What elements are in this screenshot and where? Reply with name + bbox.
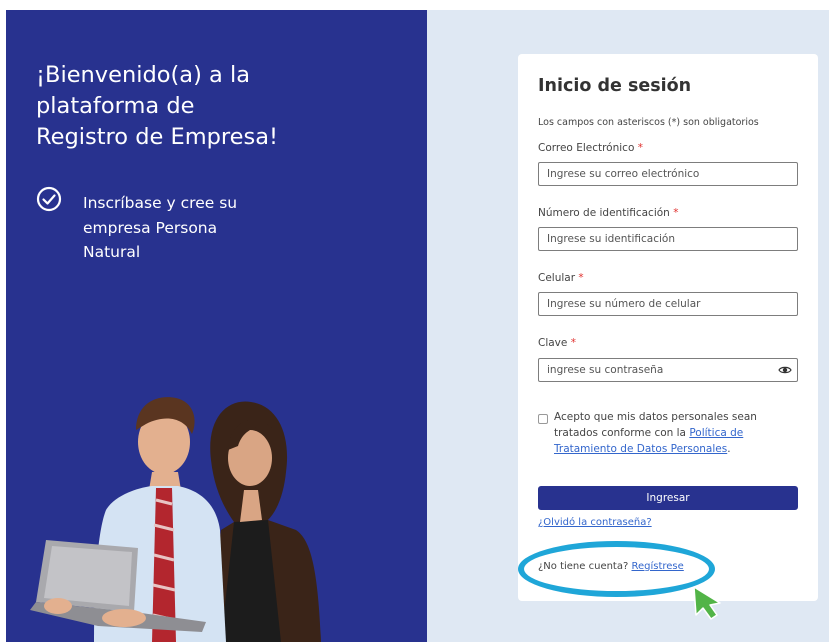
people-photo	[30, 397, 321, 642]
required-mark: *	[578, 272, 584, 284]
eye-icon[interactable]	[778, 365, 792, 375]
id-number-label: Número de identificación *	[538, 207, 679, 219]
phone-field[interactable]: Ingrese su número de celular	[538, 292, 798, 316]
consent-checkbox[interactable]	[538, 414, 548, 424]
required-mark: *	[637, 142, 643, 154]
check-circle-icon	[36, 186, 62, 212]
login-card: Inicio de sesión Los campos con asterisc…	[518, 54, 818, 601]
login-button[interactable]: Ingresar	[538, 486, 798, 510]
cursor-arrow-icon	[693, 586, 721, 620]
password-label: Clave *	[538, 337, 576, 349]
consent-text: Acepto que mis datos personales sean tra…	[554, 411, 757, 455]
welcome-panel: ¡Bienvenido(a) a la plataforma de Regist…	[6, 10, 427, 642]
feature-text: Inscríbase y cree su empresa Persona Nat…	[83, 194, 238, 261]
highlight-ellipse	[518, 541, 715, 597]
password-field[interactable]: ingrese su contraseña	[538, 358, 798, 382]
login-title: Inicio de sesión	[538, 76, 692, 96]
id-number-field[interactable]: Ingrese su identificación	[538, 227, 798, 251]
email-field[interactable]: Ingrese su correo electrónico	[538, 162, 798, 186]
forgot-password-link[interactable]: ¿Olvidó la contraseña?	[538, 517, 652, 528]
email-label: Correo Electrónico *	[538, 142, 643, 154]
phone-label: Celular *	[538, 272, 584, 284]
required-mark: *	[570, 337, 576, 349]
required-mark: *	[673, 207, 679, 219]
required-note: Los campos con asteriscos (*) son obliga…	[538, 117, 759, 128]
welcome-title: ¡Bienvenido(a) a la plataforma de Regist…	[36, 62, 279, 150]
password-placeholder: ingrese su contraseña	[547, 364, 664, 376]
